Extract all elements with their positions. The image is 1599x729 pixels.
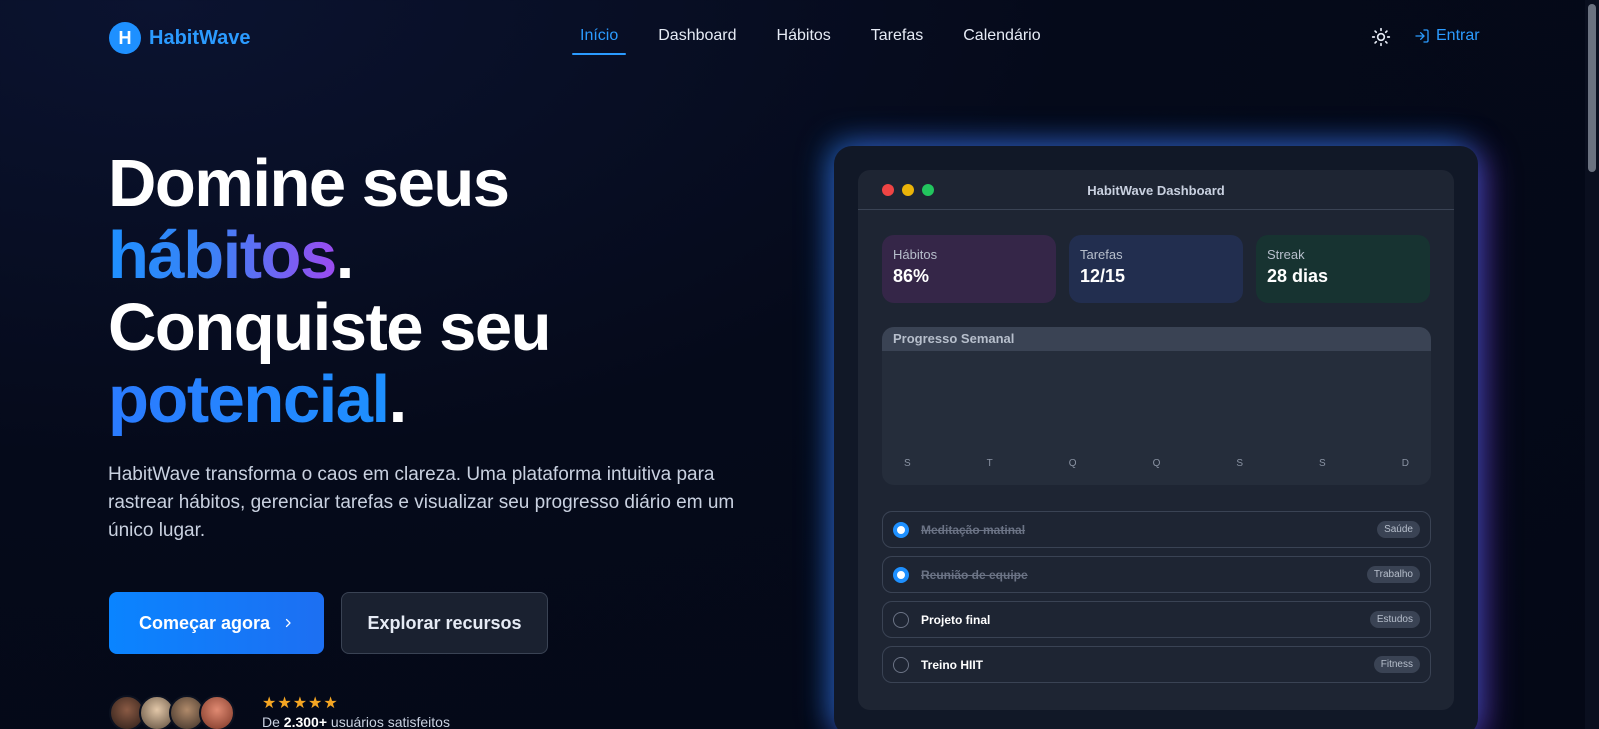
day-label: S <box>1236 458 1244 469</box>
hero-highlight-habitos: hábitos <box>108 218 337 293</box>
sun-icon[interactable] <box>1371 27 1391 47</box>
window-titlebar: HabitWave Dashboard <box>858 170 1454 210</box>
task-checkbox[interactable] <box>893 611 909 628</box>
get-started-label: Começar agora <box>138 612 271 633</box>
user-avatars <box>109 695 235 729</box>
task-name: Projeto final <box>921 612 991 627</box>
stat-card-tarefas: Tarefas 12/15 <box>1069 235 1243 303</box>
day-label: D <box>1401 458 1409 469</box>
brand-logo[interactable]: H HabitWave <box>109 22 251 54</box>
hero-heading: Domine seus hábitos. Conquiste seu poten… <box>108 146 552 436</box>
day-label: Q <box>1152 458 1161 469</box>
stat-card-habitos: Hábitos 86% <box>882 235 1056 303</box>
hero-line-4: potencial. <box>108 364 550 436</box>
hero-description: HabitWave transforma o caos em clareza. … <box>108 464 735 541</box>
nav-link-inicio[interactable]: Início <box>572 27 627 55</box>
stat-label: Hábitos <box>893 247 938 262</box>
hero-line-1: Domine seus <box>108 146 510 221</box>
scrollbar-thumb[interactable] <box>1588 4 1596 172</box>
login-icon <box>1415 29 1429 43</box>
explore-features-button[interactable]: Explorar recursos <box>341 592 548 654</box>
weekday-labels: S T Q Q S S D <box>904 458 1409 469</box>
task-name: Treino HIIT <box>921 657 984 672</box>
page-scrollbar[interactable] <box>1585 0 1599 729</box>
nav-link-habitos[interactable]: Hábitos <box>769 27 839 51</box>
hero-period: . <box>388 362 408 437</box>
task-tag: Trabalho <box>1366 566 1420 583</box>
weekly-progress-title: Progresso Semanal <box>882 327 1431 351</box>
star-rating-icon: ★★★★★ <box>262 695 339 712</box>
task-checkbox[interactable] <box>893 521 909 538</box>
explore-features-label: Explorar recursos <box>367 612 522 633</box>
day-label: S <box>1319 458 1326 469</box>
dashboard-window: HabitWave Dashboard Hábitos 86% Tarefas … <box>858 170 1454 710</box>
task-name: Meditação matinal <box>921 522 1026 537</box>
stat-value: 86% <box>893 266 930 286</box>
logo-badge: H <box>109 22 141 54</box>
stat-value: 12/15 <box>1080 266 1126 286</box>
task-item[interactable]: Projeto final Estudos <box>882 601 1431 638</box>
task-tag: Fitness <box>1373 656 1420 673</box>
users-suffix: usuários satisfeitos <box>330 714 450 729</box>
users-count: 2.300+ <box>283 714 328 729</box>
nav-link-dashboard[interactable]: Dashboard <box>650 27 744 51</box>
task-tag: Estudos <box>1369 611 1420 628</box>
chevron-right-icon <box>285 618 291 628</box>
task-name: Reunião de equipe <box>921 567 1028 582</box>
users-count-text: De 2.300+ usuários satisfeitos <box>262 714 450 729</box>
day-label: T <box>986 458 993 469</box>
task-item[interactable]: Meditação matinal Saúde <box>882 511 1431 548</box>
stat-card-streak: Streak 28 dias <box>1256 235 1430 303</box>
rating-block: ★★★★★ De 2.300+ usuários satisfeitos <box>262 696 450 729</box>
nav-links: Início Dashboard Hábitos Tarefas Calendá… <box>572 27 1073 55</box>
day-label: S <box>904 458 911 469</box>
task-checkbox[interactable] <box>893 656 909 673</box>
hero-period: . <box>335 218 355 293</box>
task-item[interactable]: Treino HIIT Fitness <box>882 646 1431 683</box>
task-tag: Saúde <box>1377 521 1420 538</box>
login-link[interactable]: Entrar <box>1414 27 1480 45</box>
task-item[interactable]: Reunião de equipe Trabalho <box>882 556 1431 593</box>
weekly-progress-chart: Progresso Semanal S T Q Q S S D <box>882 327 1431 485</box>
get-started-button[interactable]: Começar agora <box>109 592 324 654</box>
stat-value: 28 dias <box>1267 266 1329 286</box>
hero-line-3: Conquiste seu <box>108 290 552 365</box>
day-label: Q <box>1068 458 1077 469</box>
hero-highlight-potencial: potencial <box>108 362 390 437</box>
nav-link-calendario[interactable]: Calendário <box>955 27 1048 51</box>
window-title: HabitWave Dashboard <box>1087 183 1225 198</box>
task-checkbox[interactable] <box>893 566 909 583</box>
stat-label: Tarefas <box>1080 247 1123 262</box>
hero-line-2: hábitos. <box>108 220 550 292</box>
stat-label: Streak <box>1267 247 1305 262</box>
avatar <box>199 695 235 729</box>
brand-name: HabitWave <box>149 26 251 49</box>
login-label: Entrar <box>1436 27 1480 44</box>
top-navbar: H HabitWave Início Dashboard Hábitos Tar… <box>0 0 1585 74</box>
users-prefix: De <box>262 714 280 729</box>
nav-link-tarefas[interactable]: Tarefas <box>863 27 931 51</box>
